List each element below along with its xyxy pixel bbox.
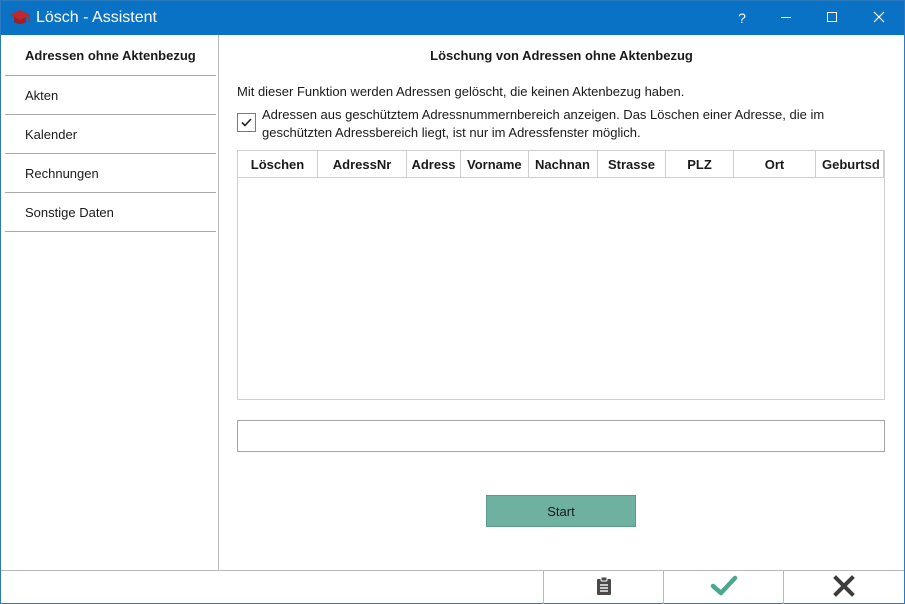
title-bar: Lösch - Assistent ? [1, 1, 904, 35]
minimize-button[interactable] [763, 1, 809, 35]
sidebar: Adressen ohne Aktenbezug Akten Kalender … [1, 35, 219, 570]
column-header-strasse[interactable]: Strasse [598, 151, 666, 178]
column-header-ort[interactable]: Ort [734, 151, 816, 178]
status-field[interactable] [237, 420, 885, 452]
column-header-plz[interactable]: PLZ [666, 151, 734, 178]
close-icon [873, 11, 885, 26]
checkmark-icon [710, 575, 738, 600]
main-panel: Löschung von Adressen ohne Aktenbezug Mi… [220, 35, 904, 570]
close-x-icon [832, 575, 855, 600]
sidebar-item-rechnungen[interactable]: Rechnungen [5, 154, 216, 193]
address-grid[interactable]: Löschen AdressNr Adress Vorname Nachnan … [237, 150, 885, 400]
start-button-label: Start [547, 503, 575, 519]
sidebar-item-akten[interactable]: Akten [5, 76, 216, 115]
close-window-button[interactable] [856, 1, 902, 35]
sidebar-item-sonstige-daten[interactable]: Sonstige Daten [5, 193, 216, 232]
sidebar-item-kalender[interactable]: Kalender [5, 115, 216, 154]
sidebar-item-adressen-ohne-aktenbezug[interactable]: Adressen ohne Aktenbezug [5, 35, 216, 76]
protected-range-checkbox[interactable] [237, 113, 256, 132]
description-text: Mit dieser Funktion werden Adressen gelö… [237, 84, 685, 99]
cancel-button[interactable] [784, 571, 903, 604]
column-header-adress[interactable]: Adress [407, 151, 461, 178]
maximize-button[interactable] [809, 1, 855, 35]
grid-header: Löschen AdressNr Adress Vorname Nachnan … [238, 151, 884, 178]
column-header-geburtsdatum[interactable]: Geburtsd [816, 151, 884, 178]
page-title: Löschung von Adressen ohne Aktenbezug [430, 48, 693, 63]
protected-range-checkbox-label: Adressen aus geschütztem Adressnummernbe… [262, 107, 825, 140]
footer-bar [1, 570, 904, 604]
clipboard-icon [596, 576, 612, 599]
column-header-nachname[interactable]: Nachnan [529, 151, 598, 178]
confirm-button[interactable] [664, 571, 783, 604]
graduation-cap-icon [9, 9, 31, 27]
start-button[interactable]: Start [486, 495, 636, 527]
sidebar-item-label: Sonstige Daten [25, 204, 114, 220]
column-header-adressnr[interactable]: AdressNr [318, 151, 407, 178]
minimize-icon [780, 11, 792, 26]
help-button[interactable]: ? [719, 1, 765, 35]
sidebar-item-label: Adressen ohne Aktenbezug [25, 47, 196, 63]
column-header-loeschen[interactable]: Löschen [238, 151, 318, 178]
sidebar-item-label: Akten [25, 87, 59, 103]
checkmark-small-icon [241, 115, 252, 130]
window-title: Lösch - Assistent [36, 9, 157, 26]
loesch-assistent-window: Lösch - Assistent ? Adressen ohne Aktenb… [0, 0, 905, 604]
sidebar-item-label: Rechnungen [25, 165, 99, 181]
column-header-vorname[interactable]: Vorname [461, 151, 529, 178]
maximize-icon [826, 11, 838, 26]
clipboard-button[interactable] [544, 571, 663, 604]
help-label: ? [738, 10, 746, 26]
sidebar-item-label: Kalender [25, 126, 78, 142]
